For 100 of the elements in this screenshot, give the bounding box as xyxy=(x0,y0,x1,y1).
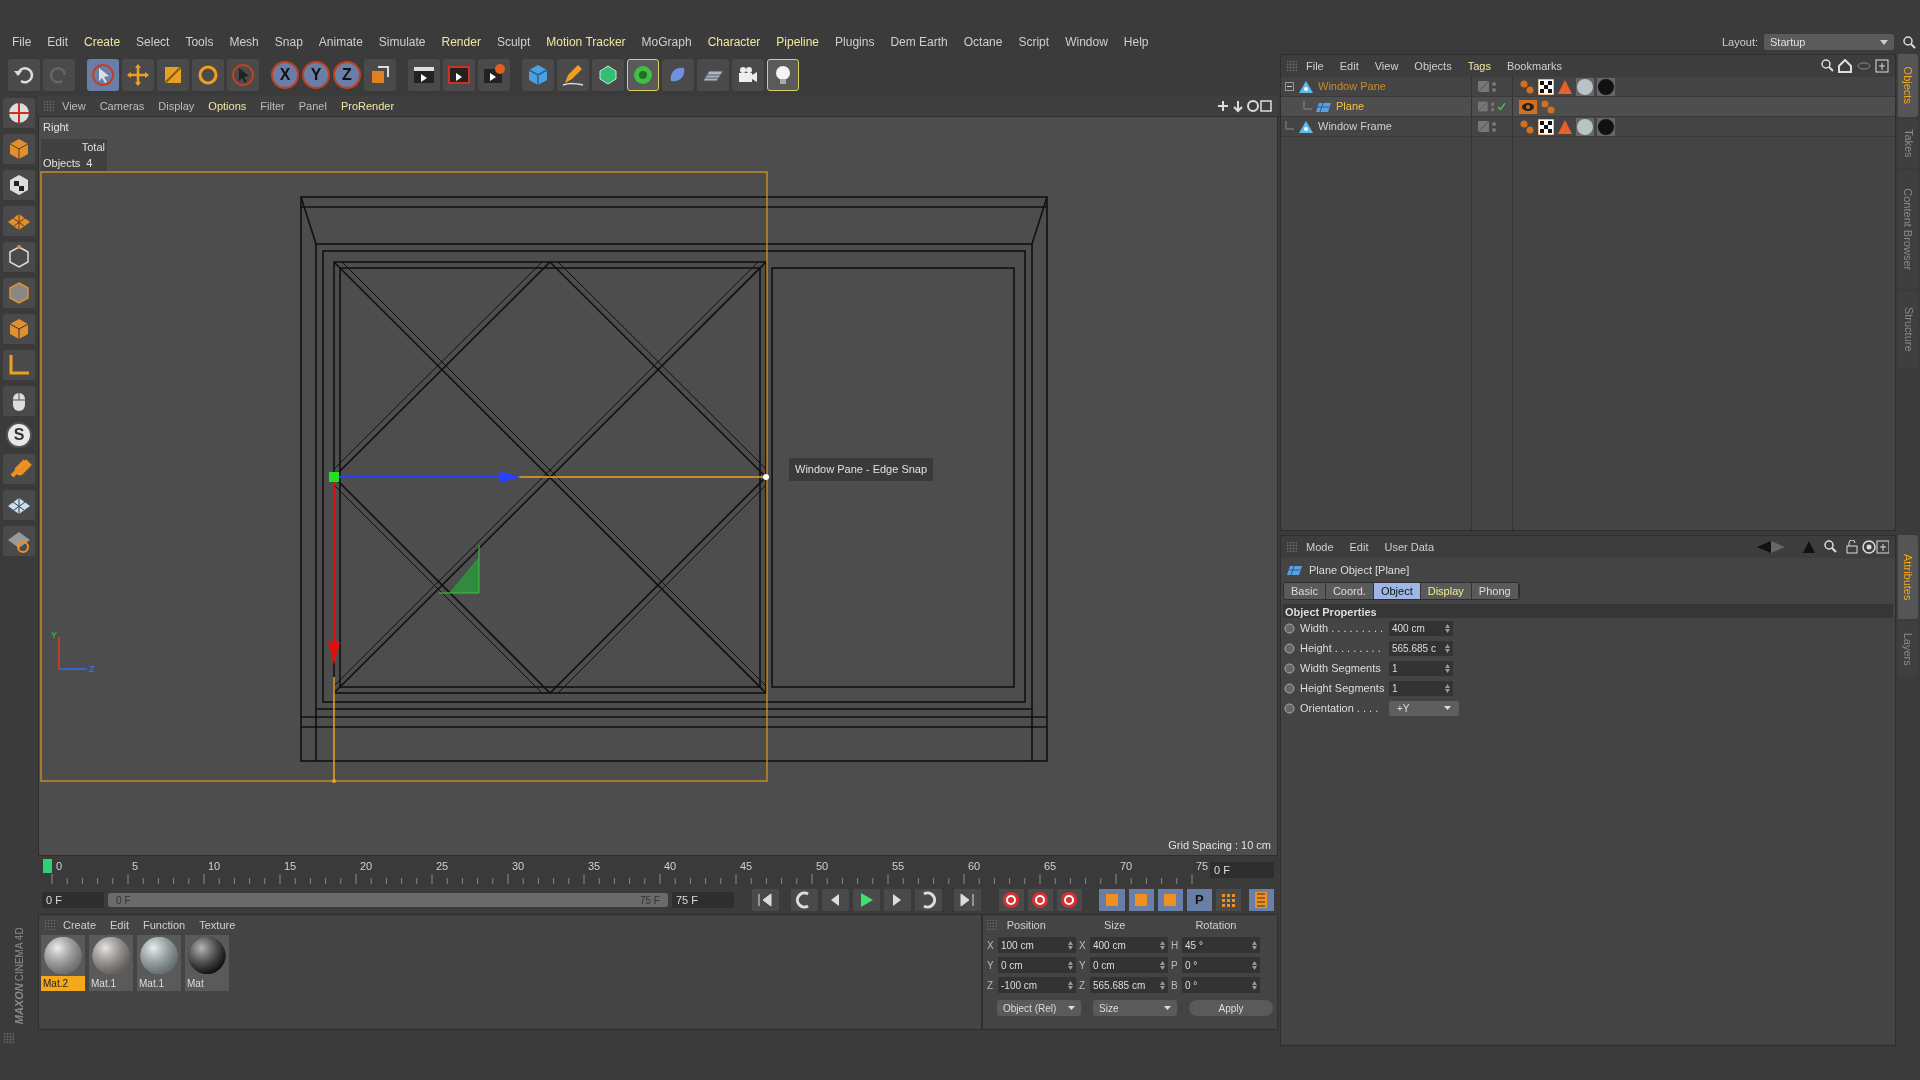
pen-button[interactable] xyxy=(557,59,589,91)
start-frame-field[interactable]: 0 F xyxy=(42,892,105,908)
property-field[interactable]: 565.685 c xyxy=(1389,640,1453,656)
light-bulb-button[interactable] xyxy=(767,59,799,91)
step-forward-button[interactable] xyxy=(883,889,911,911)
object-name[interactable]: Plane xyxy=(1336,98,1365,115)
material-swatch[interactable]: Mat.1 xyxy=(89,935,133,991)
layer-toggle-icon[interactable] xyxy=(1478,81,1489,92)
edges-cube-tool[interactable] xyxy=(3,278,35,308)
timeline-button[interactable] xyxy=(1248,889,1274,911)
object-menu-item[interactable]: Edit xyxy=(1332,57,1366,75)
checkmark-icon[interactable] xyxy=(1497,102,1506,111)
last-frame-button[interactable] xyxy=(953,889,981,911)
animate-toggle-icon[interactable] xyxy=(1284,702,1295,714)
checker-cube-tool[interactable] xyxy=(3,170,35,200)
attribute-tab[interactable]: Phong xyxy=(1471,583,1519,599)
viewport-menu-item[interactable]: Options xyxy=(202,97,253,115)
next-key-button[interactable] xyxy=(914,889,942,911)
checker-tag-icon[interactable] xyxy=(1538,118,1554,135)
menu-item[interactable]: Pipeline xyxy=(768,33,828,51)
plane-handle[interactable] xyxy=(438,544,480,594)
coordinate-field[interactable]: 0 cm xyxy=(998,957,1076,973)
dots-tag-icon[interactable] xyxy=(1519,118,1535,135)
collapse-icon[interactable] xyxy=(1285,82,1294,91)
coordinate-field[interactable]: 45 ° xyxy=(1182,937,1260,953)
animate-toggle-icon[interactable] xyxy=(1284,682,1295,694)
viewport-menu-item[interactable]: Cameras xyxy=(93,97,151,115)
menu-item[interactable]: Help xyxy=(1115,33,1157,51)
menu-item[interactable]: Script xyxy=(1010,33,1058,51)
material-menu-item[interactable]: Edit xyxy=(104,916,135,934)
viewport-menu-item[interactable]: Display xyxy=(152,97,201,115)
attributes-menu-item[interactable]: Mode xyxy=(1299,538,1341,556)
side-tab[interactable]: Attributes xyxy=(1898,535,1918,619)
render-picture-button[interactable] xyxy=(443,59,475,91)
first-frame-button[interactable] xyxy=(751,889,779,911)
cube-button[interactable] xyxy=(522,59,554,91)
axis-tool[interactable] xyxy=(3,350,35,380)
menu-item[interactable]: Mesh xyxy=(221,33,267,51)
render-view-button[interactable] xyxy=(408,59,440,91)
material-tag-icon[interactable] xyxy=(1597,77,1615,96)
navigation-icons[interactable] xyxy=(1216,99,1272,113)
select-button[interactable] xyxy=(87,59,119,91)
polygons-cube-tool[interactable] xyxy=(3,314,35,344)
attribute-tab[interactable]: Object xyxy=(1373,583,1421,599)
layout-dropdown[interactable]: Startup xyxy=(1764,34,1894,50)
viewport-menu-item[interactable]: Panel xyxy=(292,97,333,115)
menu-item[interactable]: Simulate xyxy=(370,33,434,51)
help-button[interactable] xyxy=(1056,889,1082,911)
dots-tag-icon[interactable] xyxy=(1519,78,1535,95)
menu-item[interactable]: Plugins xyxy=(827,33,883,51)
undo-button[interactable] xyxy=(8,59,40,91)
menu-item[interactable]: Create xyxy=(76,33,129,51)
rotate-key-button[interactable] xyxy=(1157,889,1183,911)
size-mode-dropdown[interactable]: Size xyxy=(1093,1000,1177,1016)
render-settings-button[interactable] xyxy=(478,59,510,91)
object-menu-item[interactable]: Tags xyxy=(1460,57,1498,75)
point-level-button[interactable] xyxy=(1215,889,1241,911)
viewport-menu-item[interactable]: View xyxy=(56,97,92,115)
coordinate-field[interactable]: 400 cm xyxy=(1090,937,1168,953)
search-icon[interactable] xyxy=(1902,35,1916,49)
menu-item[interactable]: Animate xyxy=(310,33,371,51)
workplane-tool[interactable] xyxy=(3,526,35,556)
menu-item[interactable]: Select xyxy=(128,33,178,51)
object-menu-item[interactable]: Objects xyxy=(1407,57,1459,75)
visibility-dots-icon[interactable] xyxy=(1492,80,1496,93)
coordinate-mode-dropdown[interactable]: Object (Rel) xyxy=(997,1000,1081,1016)
property-field[interactable]: 400 cm xyxy=(1389,620,1453,636)
menu-item[interactable]: Snap xyxy=(266,33,311,51)
coordinate-field[interactable]: 100 cm xyxy=(998,937,1076,953)
viewport-menu-item[interactable]: ProRender xyxy=(334,97,401,115)
axis-lock-button[interactable]: Z xyxy=(333,61,361,89)
coordinate-field[interactable]: 0 cm xyxy=(1090,957,1168,973)
property-field[interactable]: 1 xyxy=(1389,680,1453,696)
floor-button[interactable] xyxy=(697,59,729,91)
material-tag-icon[interactable] xyxy=(1576,77,1594,96)
dots-tag-icon[interactable] xyxy=(1540,98,1556,115)
animate-toggle-icon[interactable] xyxy=(1284,662,1295,674)
layer-toggle-icon[interactable] xyxy=(1478,121,1489,132)
menu-item[interactable]: File xyxy=(4,33,40,51)
axis-lock-button[interactable]: Y xyxy=(302,61,330,89)
object-menu-item[interactable]: Bookmarks xyxy=(1499,57,1569,75)
rotate-button[interactable] xyxy=(192,59,224,91)
move-button[interactable] xyxy=(122,59,154,91)
material-swatch[interactable]: Mat.1 xyxy=(137,935,181,991)
side-tab[interactable]: Objects xyxy=(1898,54,1918,117)
menu-item[interactable]: Sculpt xyxy=(488,33,539,51)
visibility-dots-icon[interactable] xyxy=(1490,100,1495,113)
array-button[interactable] xyxy=(627,59,659,91)
menu-item[interactable]: Render xyxy=(433,33,489,51)
step-back-button[interactable] xyxy=(821,889,849,911)
menu-item[interactable]: Edit xyxy=(39,33,77,51)
current-frame-field[interactable]: 0 F xyxy=(1210,862,1274,878)
menu-item[interactable]: Octane xyxy=(955,33,1011,51)
object-menu-item[interactable]: View xyxy=(1367,57,1406,75)
material-swatch[interactable]: Mat xyxy=(185,935,229,991)
object-name[interactable]: Window Frame xyxy=(1318,118,1392,135)
sphere-tool[interactable] xyxy=(3,98,35,128)
attribute-tab[interactable]: Basic xyxy=(1284,583,1326,599)
record-button[interactable] xyxy=(998,889,1024,911)
subdivision-button[interactable] xyxy=(592,59,624,91)
